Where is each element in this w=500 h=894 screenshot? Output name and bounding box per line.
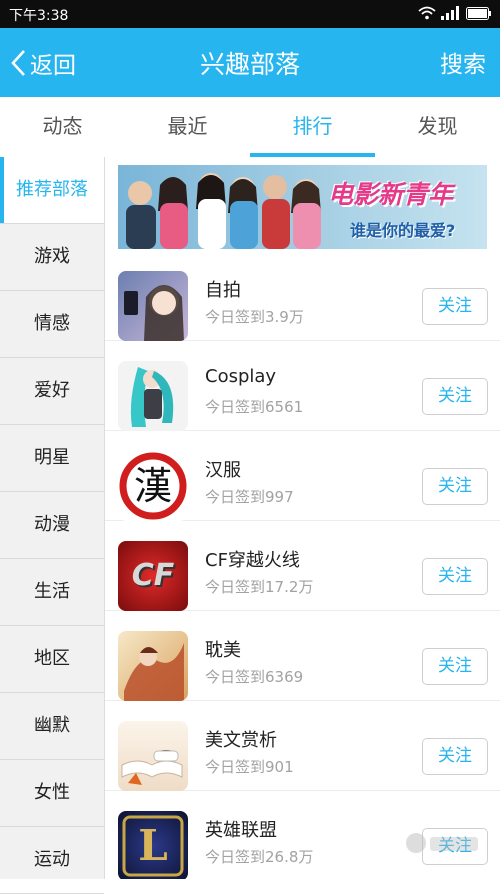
tab-bar: 动态 最近 排行 发现	[0, 97, 500, 158]
tribe-list: 自拍 今日签到3.9万 关注 Cosplay 今日签到6561 关注 漢 汉服 …	[105, 251, 500, 879]
sidebar-item-recommended[interactable]: 推荐部落	[0, 157, 104, 224]
promo-banner[interactable]: 电影新青年 谁是你的最爱?	[118, 165, 487, 249]
hanfu-thumb: 漢	[118, 451, 188, 521]
lol-thumb: L	[118, 811, 188, 879]
tribe-name: Cosplay	[205, 366, 277, 387]
ranking-content: 电影新青年 谁是你的最爱? 自拍 今日签到3.9万 关注 Cosplay 今日签…	[105, 157, 500, 879]
sidebar-item-sports[interactable]: 运动	[0, 827, 104, 894]
list-item[interactable]: 耽美 今日签到6369 关注	[105, 611, 500, 701]
tribe-name: CF穿越火线	[205, 550, 300, 571]
follow-button[interactable]: 关注	[422, 648, 488, 685]
watermark-logo	[406, 833, 478, 853]
sidebar-item-hobbies[interactable]: 爱好	[0, 358, 104, 425]
crossfire-logo-text: CF	[131, 558, 175, 593]
signal-icon	[441, 6, 459, 20]
follow-button[interactable]: 关注	[422, 468, 488, 505]
category-sidebar: 推荐部落 游戏 情感 爱好 明星 动漫 生活 地区 幽默 女性 运动	[0, 157, 105, 894]
tribe-checkins: 今日签到26.8万	[205, 848, 314, 866]
wifi-icon	[418, 6, 436, 20]
battery-icon	[466, 6, 491, 20]
follow-button[interactable]: 关注	[422, 738, 488, 775]
tribe-checkins: 今日签到3.9万	[205, 308, 304, 326]
sidebar-item-stars[interactable]: 明星	[0, 425, 104, 492]
cosplay-thumb	[118, 361, 188, 431]
sidebar-item-emotion[interactable]: 情感	[0, 291, 104, 358]
sidebar-item-games[interactable]: 游戏	[0, 224, 104, 291]
tab-recent[interactable]: 最近	[125, 97, 250, 157]
tribe-name: 汉服	[205, 460, 241, 481]
sidebar-item-region[interactable]: 地区	[0, 626, 104, 693]
banner-subtitle: 谁是你的最爱?	[350, 221, 456, 240]
search-button[interactable]: 搜索	[440, 45, 486, 79]
lol-logo-text: L	[138, 821, 168, 870]
status-icons	[418, 6, 492, 20]
sidebar-item-anime[interactable]: 动漫	[0, 492, 104, 559]
tribe-name: 美文赏析	[205, 730, 277, 751]
essay-thumb	[118, 721, 188, 791]
tribe-name: 自拍	[205, 280, 241, 301]
list-item[interactable]: 漢 汉服 今日签到997 关注	[105, 431, 500, 521]
tribe-checkins: 今日签到17.2万	[205, 578, 314, 596]
tribe-name: 耽美	[205, 640, 241, 661]
status-bar: 下午3:38	[0, 0, 500, 28]
crossfire-thumb: CF	[118, 541, 188, 611]
follow-button[interactable]: 关注	[422, 378, 488, 415]
list-item[interactable]: Cosplay 今日签到6561 关注	[105, 341, 500, 431]
back-button[interactable]: 返回	[10, 46, 76, 80]
tab-dynamics[interactable]: 动态	[0, 97, 125, 157]
follow-button[interactable]: 关注	[422, 288, 488, 325]
danmei-thumb	[118, 631, 188, 701]
selfie-thumb	[118, 271, 188, 341]
tribe-checkins: 今日签到6561	[205, 398, 304, 416]
list-item[interactable]: 自拍 今日签到3.9万 关注	[105, 251, 500, 341]
tribe-name: 英雄联盟	[205, 820, 277, 841]
follow-button[interactable]: 关注	[422, 558, 488, 595]
tab-ranking[interactable]: 排行	[250, 97, 375, 157]
tribe-checkins: 今日签到6369	[205, 668, 304, 686]
banner-title: 电影新青年	[328, 180, 454, 209]
tribe-checkins: 今日签到901	[205, 758, 294, 776]
tab-discover[interactable]: 发现	[375, 97, 500, 157]
status-time: 下午3:38	[9, 8, 69, 24]
list-item[interactable]: CF CF穿越火线 今日签到17.2万 关注	[105, 521, 500, 611]
nav-bar: 返回 兴趣部落 搜索	[0, 28, 500, 97]
hanfu-glyph: 漢	[133, 464, 172, 508]
chevron-left-icon	[11, 50, 25, 76]
back-label: 返回	[30, 53, 76, 79]
sidebar-item-humor[interactable]: 幽默	[0, 693, 104, 760]
sidebar-item-life[interactable]: 生活	[0, 559, 104, 626]
sidebar-item-women[interactable]: 女性	[0, 760, 104, 827]
list-item[interactable]: 美文赏析 今日签到901 关注	[105, 701, 500, 791]
tribe-checkins: 今日签到997	[205, 488, 294, 506]
